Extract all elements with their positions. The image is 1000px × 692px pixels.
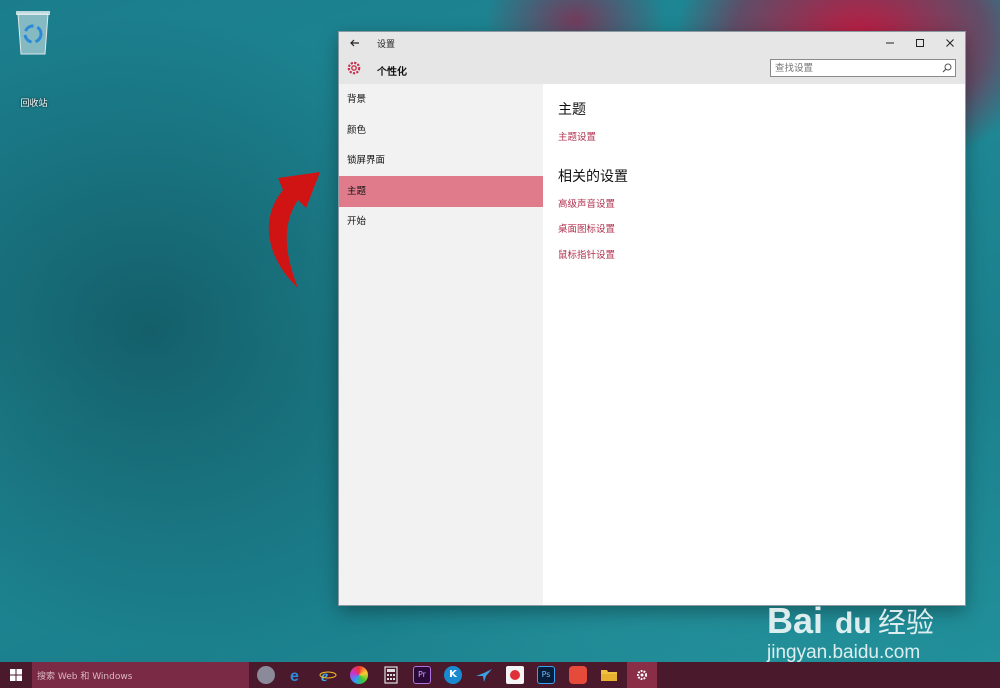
sidebar-item-start[interactable]: 开始 [339, 206, 543, 237]
sidebar-item-background[interactable]: 背景 [339, 84, 543, 115]
start-button[interactable] [0, 662, 32, 688]
sidebar-item-colors[interactable]: 颜色 [339, 115, 543, 146]
section-title-themes: 主题 [558, 102, 586, 118]
main-content: 主题 主题设置 相关的设置 高级声音设置 桌面图标设置 鼠标指针设置 [543, 84, 965, 605]
k-app-icon[interactable]: K [444, 666, 462, 684]
back-arrow-icon[interactable] [347, 35, 363, 51]
sidebar: 背景 颜色 锁屏界面 主题 开始 [339, 84, 543, 605]
section-title-related: 相关的设置 [558, 169, 628, 185]
maximize-button[interactable] [905, 32, 935, 54]
sidebar-item-themes[interactable]: 主题 [339, 176, 543, 207]
watermark-brand: Bai [767, 600, 823, 641]
taskbar-search-placeholder: 搜索 Web 和 Windows [37, 672, 133, 682]
maximize-icon [916, 39, 924, 47]
file-explorer-icon[interactable] [600, 666, 618, 684]
search-box[interactable] [770, 59, 956, 77]
recycle-bin-label: 回收站 [20, 99, 48, 109]
search-icon[interactable] [942, 63, 952, 73]
settings-taskbar-button[interactable] [627, 662, 657, 688]
photoshop-icon[interactable]: Ps [537, 666, 555, 684]
svg-text:e: e [290, 668, 299, 684]
settings-gear-icon [637, 670, 647, 680]
ie-icon[interactable]: e [319, 666, 337, 684]
link-advanced-sound[interactable]: 高级声音设置 [558, 196, 615, 210]
close-button[interactable] [935, 32, 965, 54]
sidebar-item-lock-screen[interactable]: 锁屏界面 [339, 145, 543, 176]
watermark-url: jingyan.baidu.com [766, 642, 920, 663]
watermark-suffix: 经验 [878, 606, 934, 639]
minimize-icon [886, 42, 894, 44]
link-theme-settings[interactable]: 主题设置 [558, 129, 596, 143]
search-input[interactable] [775, 61, 935, 75]
watermark-brand2: du [835, 607, 872, 640]
svg-text:e: e [321, 668, 328, 684]
color-app-icon[interactable] [350, 666, 368, 684]
bird-app-icon[interactable] [475, 666, 493, 684]
red-arrow-annotation [268, 172, 320, 288]
window-title: 设置 [377, 40, 396, 50]
recycle-bin[interactable]: 回收站 [10, 8, 56, 109]
close-icon [946, 39, 954, 47]
edge-icon[interactable]: e [288, 666, 306, 684]
red-app-glyph-icon [510, 670, 520, 680]
windows-logo-icon [10, 669, 22, 681]
title-bar: 设置 [339, 32, 965, 54]
gear-icon [347, 61, 361, 75]
calculator-icon[interactable] [382, 666, 400, 684]
settings-window: 设置 个性化 背景 颜色 锁屏界面 主题 开始 主题 [339, 32, 965, 605]
taskbar: 搜索 Web 和 Windows e e Pr K Ps [0, 662, 1000, 688]
settings-header: 个性化 [339, 54, 965, 84]
minimize-button[interactable] [875, 32, 905, 54]
link-mouse-pointer[interactable]: 鼠标指针设置 [558, 247, 615, 261]
baidu-watermark: Bai du 经验 jingyan.baidu.com [766, 579, 934, 663]
app-icon-1[interactable] [257, 666, 275, 684]
recycle-bin-icon [16, 11, 50, 55]
link-desktop-icons[interactable]: 桌面图标设置 [558, 221, 615, 235]
red-app-icon[interactable] [506, 666, 524, 684]
android-app-icon[interactable] [569, 666, 587, 684]
taskbar-search[interactable]: 搜索 Web 和 Windows [32, 662, 249, 688]
premiere-icon[interactable]: Pr [413, 666, 431, 684]
page-title: 个性化 [377, 67, 407, 78]
